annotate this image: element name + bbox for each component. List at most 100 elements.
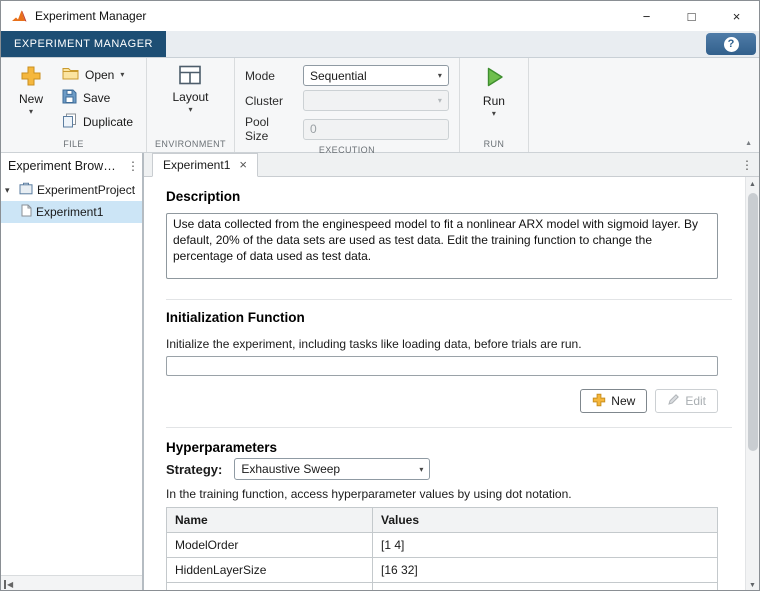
file-small-buttons: Open ▾ Save Duplicate [55, 61, 140, 137]
new-icon [592, 393, 606, 410]
document-tab-label: Experiment1 [163, 158, 231, 172]
duplicate-label: Duplicate [83, 114, 134, 129]
scrollbar-thumb[interactable] [747, 193, 758, 451]
tab-experiment-manager[interactable]: EXPERIMENT MANAGER [1, 31, 166, 57]
close-tab-icon[interactable]: × [239, 158, 247, 171]
description-textarea[interactable]: Use data collected from the enginespeed … [166, 213, 718, 279]
help-button[interactable]: ? [706, 33, 756, 55]
edit-function-button: Edit [655, 389, 718, 413]
layout-label: Layout [172, 90, 209, 104]
open-label: Open [85, 67, 115, 82]
browser-panel-header: Experiment Browser ⋮ [1, 153, 142, 177]
document-content: Description Use data collected from the … [144, 177, 760, 590]
ribbon-section-environment: Layout ▾ ENVIRONMENT [147, 58, 235, 152]
tree-item-project[interactable]: ▾ ExperimentProject [1, 179, 142, 201]
scroll-down-icon[interactable]: ▼ [746, 578, 760, 590]
initialization-heading: Initialization Function [166, 310, 305, 325]
table-row: HiddenLayerSize [16 32] [166, 557, 718, 583]
hyperparameter-values-cell[interactable]: [1 4] [372, 532, 718, 558]
run-icon [482, 65, 506, 92]
save-icon [62, 89, 77, 107]
mode-dropdown[interactable]: Sequential ▾ [302, 65, 449, 86]
execution-controls: Mode Sequential ▾ Cluster ▾ Pool Size [241, 61, 453, 143]
initialization-hint: Initialize the experiment, including tas… [166, 337, 582, 351]
document-menu-icon[interactable]: ⋮ [741, 158, 753, 172]
vertical-scrollbar: ▲ ▼ [745, 177, 760, 590]
tree-item-label: ExperimentProject [37, 183, 136, 197]
experiment-manager-window: Experiment Manager − □ × EXPERIMENT MANA… [0, 0, 760, 591]
app-body: Experiment Browser ⋮ ▾ ExperimentProject [1, 153, 760, 590]
chevron-down-icon: ▾ [188, 105, 193, 114]
ribbon-section-execution: Mode Sequential ▾ Cluster ▾ Pool Size EX… [235, 58, 460, 155]
open-button[interactable]: Open ▾ [55, 64, 140, 85]
document-tab-bar: Experiment1 × ⋮ [144, 153, 759, 177]
scroll-left-icon[interactable]: ◀ [4, 579, 13, 589]
window-title: Experiment Manager [35, 9, 147, 23]
duplicate-icon [62, 113, 77, 131]
experiment-tree: ▾ ExperimentProject Experiment1 [1, 177, 142, 575]
mode-label: Mode [244, 68, 275, 83]
edit-function-label: Edit [685, 394, 706, 408]
project-icon [19, 182, 33, 198]
table-row: SampleRate [10 100] [166, 582, 718, 590]
minimize-button[interactable]: − [624, 1, 669, 31]
hyperparameter-name-cell[interactable]: SampleRate [166, 582, 373, 590]
experiment-icon [21, 204, 32, 220]
hyperparameter-name-cell[interactable]: HiddenLayerSize [166, 557, 373, 583]
help-icon: ? [723, 36, 739, 52]
hyperparameters-heading: Hyperparameters [166, 440, 278, 455]
cluster-dropdown: ▾ [302, 90, 449, 111]
new-function-button[interactable]: New [580, 389, 648, 413]
initialization-function-input[interactable] [166, 356, 718, 376]
title-bar: Experiment Manager − □ × [1, 1, 759, 31]
duplicate-button[interactable]: Duplicate [55, 111, 140, 132]
run-label: Run [482, 94, 505, 108]
save-button[interactable]: Save [55, 88, 140, 109]
file-section-label: FILE [63, 139, 84, 149]
hyperparameters-table: Name Values ModelOrder [1 4] HiddenLayer… [166, 507, 718, 590]
column-header-values: Values [372, 507, 718, 533]
hyperparameter-values-cell[interactable]: [16 32] [372, 557, 718, 583]
section-divider [166, 299, 732, 300]
strategy-value: Exhaustive Sweep [241, 462, 341, 476]
scroll-up-icon[interactable]: ▲ [746, 177, 760, 191]
pool-size-label: Pool Size [244, 115, 269, 143]
browser-panel-title: Experiment Browser [8, 159, 120, 173]
table-row: ModelOrder [1 4] [166, 532, 718, 558]
tree-item-label: Experiment1 [36, 205, 104, 219]
strategy-dropdown[interactable]: Exhaustive Sweep ▾ [234, 458, 431, 480]
matlab-logo-icon [11, 9, 27, 23]
experiment-browser-panel: Experiment Browser ⋮ ▾ ExperimentProject [1, 153, 142, 590]
strategy-row: Strategy: Exhaustive Sweep ▾ [166, 458, 717, 480]
layout-button[interactable]: Layout ▾ [166, 61, 214, 137]
new-icon [20, 65, 42, 90]
tab-experiment1[interactable]: Experiment1 × [152, 153, 258, 177]
mode-value: Sequential [309, 68, 367, 83]
hyperparameter-name-cell[interactable]: ModelOrder [166, 532, 373, 558]
section-divider [166, 427, 732, 428]
panel-menu-icon[interactable]: ⋮ [127, 159, 139, 173]
chevron-down-icon: ▾ [120, 70, 125, 79]
expander-icon[interactable]: ▾ [5, 185, 15, 196]
ribbon-section-run: Run ▾ RUN [460, 58, 529, 152]
pool-size-input [302, 118, 449, 140]
browser-panel-scrollbar: ◀ [1, 575, 142, 590]
hyperparameter-values-cell[interactable]: [10 100] [372, 582, 718, 590]
document-area: Experiment1 × ⋮ Description Use data col… [144, 153, 760, 590]
strategy-label: Strategy: [166, 461, 223, 477]
pencil-icon [667, 393, 680, 409]
run-section-label: RUN [483, 139, 505, 149]
chevron-down-icon: ▾ [419, 464, 424, 474]
collapse-ribbon-button[interactable]: ▲ [745, 140, 752, 147]
cluster-label: Cluster [244, 93, 283, 108]
table-header-row: Name Values [166, 507, 718, 533]
description-heading: Description [166, 189, 241, 204]
new-label: New [18, 92, 43, 106]
new-button[interactable]: New ▾ [7, 61, 55, 137]
maximize-button[interactable]: □ [669, 1, 714, 31]
save-label: Save [83, 91, 111, 105]
close-button[interactable]: × [714, 1, 759, 31]
new-function-label: New [611, 394, 636, 408]
run-button[interactable]: Run ▾ [470, 61, 518, 137]
tree-item-experiment1[interactable]: Experiment1 [1, 201, 142, 223]
